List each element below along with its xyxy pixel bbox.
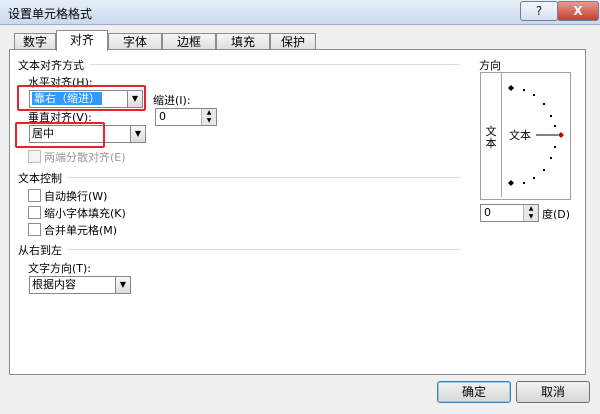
help-button[interactable]: ? — [520, 1, 558, 21]
spin-down-icon[interactable]: ▼ — [202, 117, 216, 125]
spin-up-icon[interactable]: ▲ — [524, 205, 538, 213]
horizontal-align-label: 水平对齐(H): — [28, 76, 93, 89]
vertical-align-label: 垂直对齐(V): — [28, 111, 92, 124]
rtl-section-title: 从右到左 — [18, 244, 62, 257]
shrink-to-fit-label: 缩小字体填充(K) — [44, 207, 126, 220]
ok-button[interactable]: 确定 — [437, 381, 511, 403]
wrap-text-label: 自动换行(W) — [44, 190, 108, 203]
tab-alignment[interactable]: 对齐 — [56, 30, 108, 51]
text-direction-label: 文字方向(T): — [28, 262, 92, 275]
vertical-text-button[interactable]: 文 本 — [481, 73, 502, 197]
close-button[interactable]: X — [557, 1, 599, 21]
orientation-text: 文本 — [509, 128, 531, 142]
shrink-to-fit-checkbox[interactable] — [28, 206, 41, 219]
orientation-section-title: 方向 — [479, 59, 501, 72]
section-divider — [68, 177, 460, 178]
spin-up-icon[interactable]: ▲ — [202, 109, 216, 117]
degree-label: 度(D) — [542, 208, 571, 221]
dialog-title: 设置单元格格式 — [8, 7, 93, 21]
text-alignment-section-title: 文本对齐方式 — [18, 59, 84, 72]
merge-cells-checkbox[interactable] — [28, 223, 41, 236]
spin-down-icon[interactable]: ▼ — [524, 213, 538, 221]
tab-number[interactable]: 数字 — [14, 33, 56, 50]
distributed-label: 两端分散对齐(E) — [44, 151, 126, 164]
orientation-control[interactable]: 文 本 文本 — [480, 72, 571, 200]
indent-label: 缩进(I): — [153, 94, 191, 107]
indent-spinner[interactable]: 0 ▲ ▼ — [155, 108, 217, 126]
tab-font[interactable]: 字体 — [108, 33, 162, 50]
text-direction-dropdown[interactable]: 根据内容 ▼ — [29, 276, 131, 294]
degree-spinner[interactable]: 0 ▲ ▼ — [480, 204, 539, 222]
indent-value: 0 — [159, 110, 166, 123]
merge-cells-label: 合并单元格(M) — [44, 224, 118, 237]
chevron-down-icon[interactable]: ▼ — [115, 277, 130, 293]
degree-value: 0 — [484, 206, 491, 219]
chevron-down-icon[interactable]: ▼ — [127, 91, 142, 107]
tab-border[interactable]: 边框 — [162, 33, 216, 50]
tab-fill[interactable]: 填充 — [216, 33, 270, 50]
tab-protection[interactable]: 保护 — [270, 33, 316, 50]
horizontal-align-dropdown[interactable]: 靠右（缩进） ▼ — [29, 90, 143, 108]
chevron-down-icon[interactable]: ▼ — [130, 126, 145, 142]
horizontal-align-value: 靠右（缩进） — [32, 92, 102, 105]
distributed-checkbox[interactable] — [28, 150, 41, 163]
orientation-dial-icon[interactable]: 文本 — [502, 73, 570, 197]
cancel-button[interactable]: 取消 — [516, 381, 590, 403]
section-divider — [68, 249, 460, 250]
vertical-text-char-2: 本 — [485, 137, 497, 150]
text-direction-value: 根据内容 — [32, 278, 76, 291]
section-divider — [90, 64, 460, 65]
vertical-align-dropdown[interactable]: 居中 ▼ — [29, 125, 146, 143]
text-control-section-title: 文本控制 — [18, 172, 62, 185]
wrap-text-checkbox[interactable] — [28, 189, 41, 202]
vertical-align-value: 居中 — [32, 127, 54, 140]
title-bar: 设置单元格格式 ? X — [0, 0, 600, 25]
